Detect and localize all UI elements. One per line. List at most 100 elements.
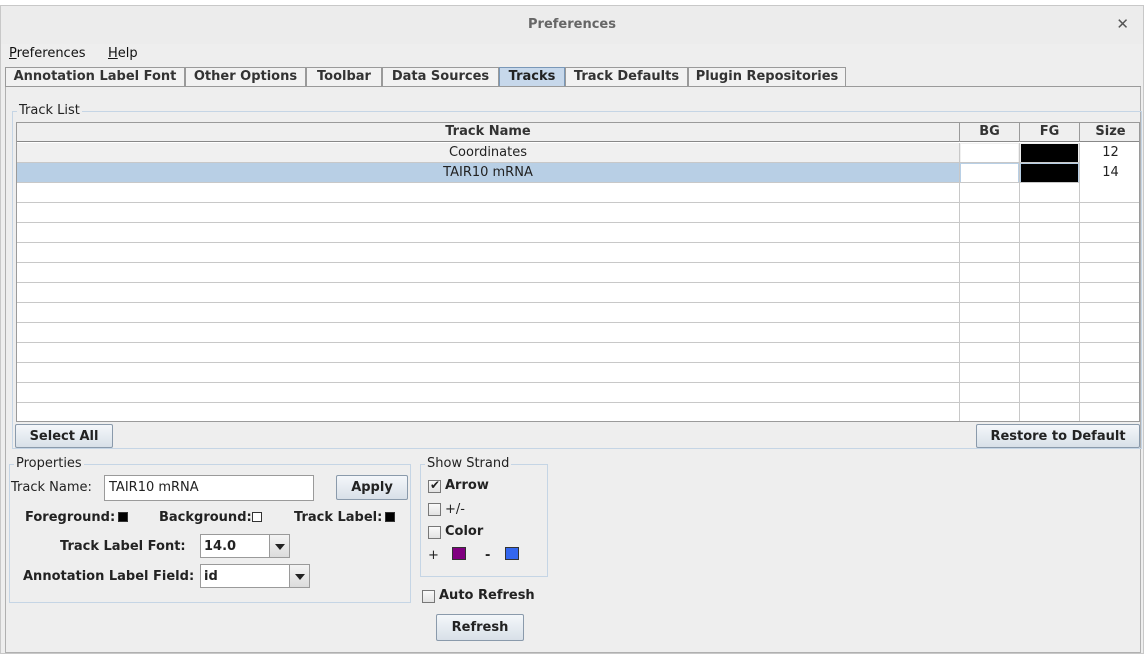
column-track-name[interactable]: Track Name [17,123,960,142]
empty-cell[interactable] [1020,203,1080,223]
empty-cell[interactable] [960,363,1020,383]
track-label-font-select[interactable]: 14.0 [200,534,290,558]
empty-cell[interactable] [1020,383,1080,403]
menu-help[interactable]: Help [108,46,138,61]
empty-cell[interactable] [1020,223,1080,243]
foreground-color-swatch[interactable] [118,512,128,522]
background-color-swatch[interactable] [252,512,262,522]
table-row[interactable]: TAIR10 mRNA 14 [17,163,1139,183]
table-row[interactable]: Coordinates 12 [17,143,1139,163]
empty-cell[interactable] [960,403,1020,421]
empty-cell[interactable] [960,323,1020,343]
empty-cell[interactable] [960,263,1020,283]
empty-cell[interactable] [960,303,1020,323]
empty-cell[interactable] [960,283,1020,303]
empty-cell[interactable] [17,223,960,243]
track-name-cell[interactable]: TAIR10 mRNA [17,163,960,183]
chevron-down-icon[interactable] [289,565,309,587]
empty-cell[interactable] [960,343,1020,363]
empty-cell[interactable] [1080,223,1139,243]
table-row[interactable] [17,183,1139,203]
empty-cell[interactable] [1080,183,1139,203]
table-row[interactable] [17,263,1139,283]
auto-refresh-checkbox[interactable] [422,590,435,603]
empty-cell[interactable] [17,203,960,223]
track-name-input[interactable]: TAIR10 mRNA [104,475,314,501]
empty-cell[interactable] [960,183,1020,203]
empty-cell[interactable] [1020,303,1080,323]
fg-color-cell[interactable] [1020,163,1080,183]
fg-color-swatch[interactable] [1021,144,1078,162]
empty-cell[interactable] [1020,323,1080,343]
empty-cell[interactable] [1080,283,1139,303]
table-row[interactable] [17,283,1139,303]
empty-cell[interactable] [17,323,960,343]
color-checkbox[interactable] [428,526,441,539]
plus-strand-color-swatch[interactable] [452,547,466,560]
empty-cell[interactable] [17,183,960,203]
empty-cell[interactable] [1080,203,1139,223]
empty-cell[interactable] [1080,263,1139,283]
empty-cell[interactable] [1020,243,1080,263]
empty-cell[interactable] [1080,323,1139,343]
empty-cell[interactable] [960,383,1020,403]
menu-preferences[interactable]: Preferences [9,46,85,61]
empty-cell[interactable] [1020,403,1080,421]
empty-cell[interactable] [17,363,960,383]
track-name-cell[interactable]: Coordinates [17,143,960,163]
empty-cell[interactable] [1020,283,1080,303]
table-row[interactable] [17,403,1139,421]
fg-color-cell[interactable] [1020,143,1080,163]
bg-color-cell[interactable] [960,163,1020,183]
empty-cell[interactable] [960,223,1020,243]
empty-cell[interactable] [1080,243,1139,263]
table-row[interactable] [17,303,1139,323]
empty-cell[interactable] [960,243,1020,263]
empty-cell[interactable] [1020,183,1080,203]
empty-cell[interactable] [17,263,960,283]
tab-plugin-repositories[interactable]: Plugin Repositories [688,67,846,87]
empty-cell[interactable] [1080,363,1139,383]
restore-default-button[interactable]: Restore to Default [976,424,1140,448]
table-row[interactable] [17,343,1139,363]
empty-cell[interactable] [1080,383,1139,403]
table-row[interactable] [17,223,1139,243]
empty-cell[interactable] [960,203,1020,223]
tab-track-defaults[interactable]: Track Defaults [565,67,688,87]
apply-button[interactable]: Apply [336,475,408,500]
select-all-button[interactable]: Select All [15,424,113,448]
empty-cell[interactable] [1080,303,1139,323]
annotation-label-field-select[interactable]: id [200,564,310,588]
empty-cell[interactable] [17,403,960,421]
empty-cell[interactable] [1020,263,1080,283]
table-row[interactable] [17,383,1139,403]
empty-cell[interactable] [17,303,960,323]
bg-color-swatch[interactable] [961,144,1018,162]
size-cell[interactable]: 14 [1080,163,1139,183]
empty-cell[interactable] [17,383,960,403]
tab-data-sources[interactable]: Data Sources [382,67,499,87]
tab-toolbar[interactable]: Toolbar [306,67,382,87]
empty-cell[interactable] [1080,343,1139,363]
column-bg[interactable]: BG [960,123,1020,142]
empty-cell[interactable] [1020,343,1080,363]
column-size[interactable]: Size [1080,123,1139,142]
chevron-down-icon[interactable] [269,535,289,557]
track-label-color-swatch[interactable] [385,512,395,522]
minus-strand-color-swatch[interactable] [505,547,519,560]
bg-color-cell[interactable] [960,143,1020,163]
track-table[interactable]: Track Name BG FG Size Coordinates 12 TAIR1… [16,122,1140,422]
bg-color-swatch[interactable] [961,164,1018,182]
arrow-checkbox[interactable] [428,478,441,493]
close-icon[interactable]: ✕ [1116,15,1129,33]
empty-cell[interactable] [1080,403,1139,421]
column-fg[interactable]: FG [1020,123,1080,142]
table-row[interactable] [17,203,1139,223]
empty-cell[interactable] [17,283,960,303]
empty-cell[interactable] [17,343,960,363]
tab-other-options[interactable]: Other Options [185,67,306,87]
plus-minus-checkbox[interactable] [428,503,441,516]
refresh-button[interactable]: Refresh [436,614,524,641]
fg-color-swatch[interactable] [1021,164,1078,182]
table-row[interactable] [17,243,1139,263]
